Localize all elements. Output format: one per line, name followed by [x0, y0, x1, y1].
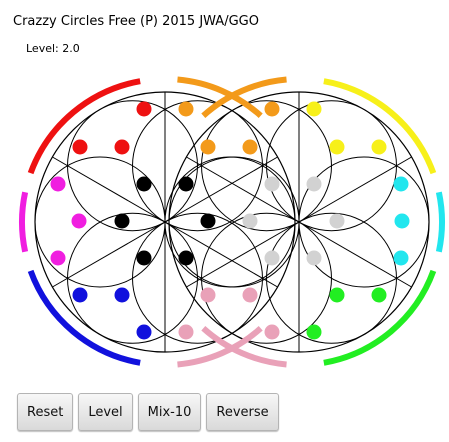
- reset-button[interactable]: Reset: [17, 393, 74, 431]
- dot-yellow[interactable]: [306, 101, 322, 117]
- arc-left: [19, 191, 29, 253]
- dot-red[interactable]: [72, 139, 88, 155]
- level-button[interactable]: Level: [78, 393, 133, 431]
- dot-orange[interactable]: [178, 101, 194, 117]
- arc-right: [435, 191, 445, 253]
- dot-cyan[interactable]: [394, 213, 410, 229]
- dot-cyan[interactable]: [393, 250, 409, 266]
- dot-gray[interactable]: [329, 213, 345, 229]
- dot-blue[interactable]: [114, 287, 130, 303]
- dot-pink[interactable]: [242, 287, 258, 303]
- dot-green[interactable]: [306, 324, 322, 340]
- dot-yellow[interactable]: [329, 139, 345, 155]
- dot-gray[interactable]: [306, 250, 322, 266]
- dot-black[interactable]: [136, 176, 152, 192]
- dot-gray[interactable]: [264, 176, 280, 192]
- dot-gray[interactable]: [242, 213, 258, 229]
- toolbar: Reset Level Mix-10 Reverse: [17, 393, 279, 431]
- dot-green[interactable]: [371, 287, 387, 303]
- dot-green[interactable]: [329, 287, 345, 303]
- mix-10-button[interactable]: Mix-10: [137, 393, 202, 431]
- dot-black[interactable]: [178, 176, 194, 192]
- dot-black[interactable]: [114, 213, 130, 229]
- dot-pink[interactable]: [178, 324, 194, 340]
- puzzle-dots[interactable]: [50, 101, 410, 340]
- dot-blue[interactable]: [136, 324, 152, 340]
- dot-magenta[interactable]: [50, 250, 66, 266]
- dot-magenta[interactable]: [71, 213, 87, 229]
- dot-pink[interactable]: [200, 287, 216, 303]
- arc-top-right: [323, 78, 437, 175]
- dot-black[interactable]: [136, 250, 152, 266]
- dot-cyan[interactable]: [393, 176, 409, 192]
- arc-bottom-right: [323, 269, 437, 366]
- dot-orange[interactable]: [264, 101, 280, 117]
- board-lines: [34, 91, 430, 353]
- dot-pink[interactable]: [264, 324, 280, 340]
- reverse-button[interactable]: Reverse: [206, 393, 279, 431]
- dot-orange[interactable]: [200, 139, 216, 155]
- dot-gray[interactable]: [264, 250, 280, 266]
- dot-red[interactable]: [114, 139, 130, 155]
- dot-black[interactable]: [200, 213, 216, 229]
- dot-blue[interactable]: [72, 287, 88, 303]
- dot-black[interactable]: [178, 250, 194, 266]
- dot-gray[interactable]: [306, 176, 322, 192]
- dot-red[interactable]: [136, 101, 152, 117]
- dot-orange[interactable]: [242, 139, 258, 155]
- puzzle-board[interactable]: [0, 0, 449, 380]
- arc-top-left: [27, 78, 141, 175]
- dot-magenta[interactable]: [50, 176, 66, 192]
- dot-yellow[interactable]: [371, 139, 387, 155]
- arc-bottom-left: [27, 269, 141, 366]
